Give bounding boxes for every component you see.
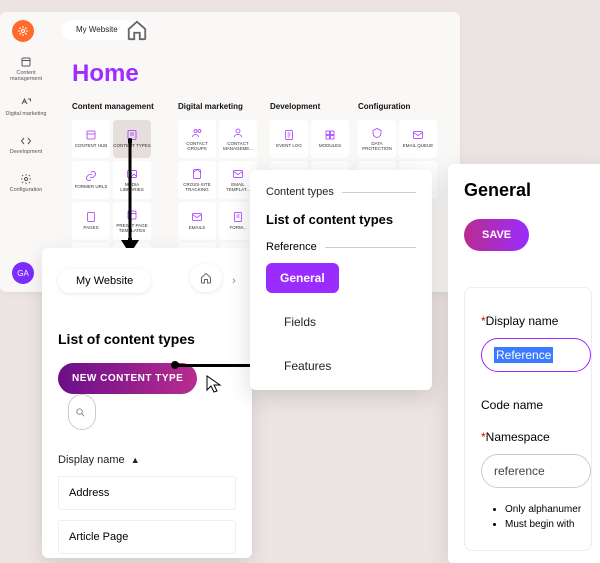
list-panel: My Website › List of content types NEW C… — [42, 248, 252, 558]
label-code-name: Code name — [481, 398, 591, 412]
tile-modules[interactable]: MODULES — [311, 120, 349, 158]
divider — [342, 192, 416, 193]
tab-features[interactable]: Features — [270, 351, 416, 381]
tile-event-log[interactable]: EVENT LOG — [270, 120, 308, 158]
display-name-input[interactable]: Reference — [481, 338, 591, 372]
tile-pages[interactable]: PAGES — [72, 202, 110, 240]
sidebar: Content management Digital marketing Dev… — [0, 50, 52, 202]
category-header-dm: Digital marketing — [178, 102, 266, 111]
tile-preset-templates[interactable]: PRESET PAGE TEMPLATES — [113, 202, 151, 240]
category-header-cm: Content management — [72, 102, 160, 111]
column-header-display-name[interactable]: Display name ▲ — [58, 454, 236, 466]
tile-email-queue[interactable]: EMAIL QUEUE — [399, 120, 437, 158]
label-namespace: *Namespace — [481, 430, 591, 444]
arrow-step-1 — [128, 138, 132, 250]
tile-cross-site-tracking[interactable]: CROSS-SITE TRACKING — [178, 161, 216, 199]
namespace-input[interactable]: reference — [481, 454, 591, 488]
arrow-step-2-origin — [170, 360, 180, 370]
category-header-conf: Configuration — [358, 102, 446, 111]
brand-logo — [12, 20, 34, 42]
tile-data-protection[interactable]: DATA PROTECTION — [358, 120, 396, 158]
form-heading: General — [464, 180, 592, 201]
general-form-panel: General SAVE *Display name Reference Cod… — [448, 164, 600, 563]
reference-card: Content types List of content types Refe… — [250, 170, 432, 390]
table-row[interactable]: Article Page — [58, 520, 236, 554]
home-button[interactable] — [126, 20, 148, 40]
card-heading: List of content types — [266, 212, 416, 227]
tab-general[interactable]: General — [266, 263, 339, 293]
label-display-name: *Display name — [481, 314, 591, 328]
sidebar-item-development[interactable]: Development — [0, 126, 52, 164]
category-header-dev: Development — [270, 102, 358, 111]
tile-emails[interactable]: EMAILS — [178, 202, 216, 240]
breadcrumb-reference[interactable]: Reference — [266, 241, 317, 253]
sort-asc-icon: ▲ — [131, 455, 140, 465]
table-row[interactable]: Address — [58, 476, 236, 510]
avatar[interactable]: GA — [12, 262, 34, 284]
tab-fields[interactable]: Fields — [270, 307, 416, 337]
sidebar-item-configuration[interactable]: Configuration — [0, 164, 52, 202]
breadcrumb-home[interactable] — [190, 264, 222, 292]
arrow-step-2-line — [174, 364, 254, 367]
field-hints: Only alphanumer Must begin with — [505, 504, 591, 530]
search-button[interactable] — [68, 394, 96, 430]
tile-media-libraries[interactable]: MEDIA LIBRARIES — [113, 161, 151, 199]
tile-contact-groups[interactable]: CONTACT GROUPS — [178, 120, 216, 158]
tile-contact-management[interactable]: CONTACT MANAGEME... — [219, 120, 257, 158]
tile-content-types[interactable]: CONTENT TYPES — [113, 120, 151, 158]
save-button[interactable]: SAVE — [464, 219, 529, 251]
chevron-right-icon: › — [232, 275, 236, 287]
page-title: Home — [72, 60, 139, 88]
divider — [325, 247, 416, 248]
sidebar-item-digital-marketing[interactable]: Digital marketing — [0, 88, 52, 126]
tile-content-hub[interactable]: CONTENT HUB — [72, 120, 110, 158]
breadcrumb-content-types[interactable]: Content types — [266, 186, 334, 198]
workspace-pill-2[interactable]: My Website — [58, 269, 151, 293]
cursor-icon — [206, 375, 222, 393]
tile-former-urls[interactable]: FORMER URLS — [72, 161, 110, 199]
sidebar-item-content-management[interactable]: Content management — [0, 50, 52, 88]
list-heading: List of content types — [58, 331, 236, 347]
workspace-pill[interactable]: My Website — [62, 20, 132, 40]
